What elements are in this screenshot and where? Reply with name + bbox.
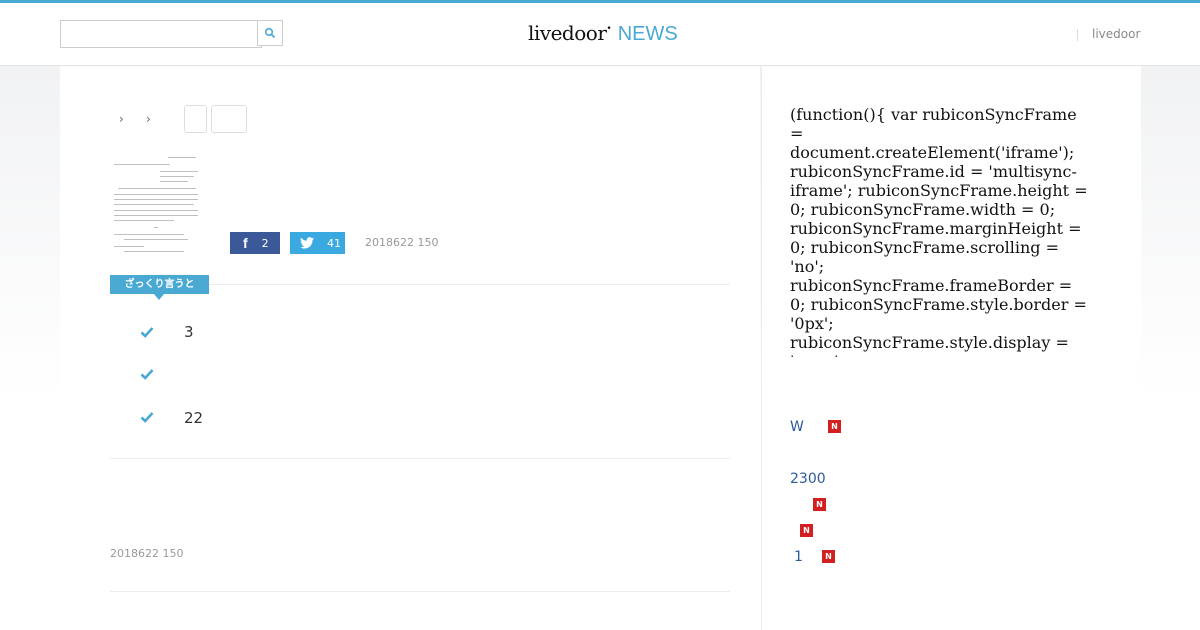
- article-date-bottom: 2018622 150: [110, 547, 184, 560]
- sidebar-news-link[interactable]: W: [790, 419, 804, 435]
- new-badge: N: [800, 524, 813, 537]
- article-thumbnail[interactable]: [110, 152, 200, 254]
- logo-news-text: NEWS: [617, 23, 678, 45]
- divider: [110, 591, 730, 592]
- new-badge: N: [828, 420, 841, 433]
- new-badge: N: [813, 498, 826, 511]
- search-button[interactable]: [257, 20, 283, 46]
- checkmark-icon: [140, 369, 154, 380]
- site-header: livedoor • NEWS livedoor: [0, 3, 1200, 66]
- sidebar-news-link[interactable]: 2300: [790, 471, 826, 487]
- sidebar-script-text: (function(){ var rubiconSyncFrame = docu…: [790, 105, 1088, 357]
- breadcrumb-separator: ›: [119, 112, 124, 126]
- facebook-share-button[interactable]: f 2: [230, 232, 280, 254]
- breadcrumb-button[interactable]: [184, 105, 207, 133]
- sidebar-news-link[interactable]: 1: [794, 549, 803, 565]
- header-livedoor-link[interactable]: livedoor: [1092, 27, 1140, 41]
- checkmark-icon: [140, 327, 154, 338]
- twitter-share-button[interactable]: 41: [290, 232, 345, 254]
- facebook-icon: f: [243, 235, 248, 251]
- facebook-share-count: 2: [261, 236, 269, 250]
- summary-label-tail: [154, 294, 164, 300]
- article-date: 2018622 150: [365, 236, 439, 249]
- breadcrumb-separator: ›: [146, 112, 151, 126]
- logo-livedoor-text: livedoor: [528, 21, 607, 45]
- main-column: [60, 66, 760, 630]
- summary-label: ざっくり言うと: [110, 275, 209, 294]
- site-logo[interactable]: livedoor • NEWS: [528, 21, 678, 49]
- twitter-icon: [300, 237, 314, 249]
- checkmark-icon: [140, 412, 154, 423]
- new-badge: N: [822, 550, 835, 563]
- search-input[interactable]: [60, 20, 262, 48]
- summary-point: 3: [184, 323, 194, 341]
- search-icon: [264, 27, 276, 39]
- twitter-share-count: 41: [327, 236, 341, 250]
- breadcrumb-button[interactable]: [211, 105, 247, 133]
- header-separator: [1077, 29, 1078, 41]
- summary-point: 22: [184, 409, 204, 427]
- logo-dot: •: [606, 24, 612, 34]
- divider: [110, 458, 730, 459]
